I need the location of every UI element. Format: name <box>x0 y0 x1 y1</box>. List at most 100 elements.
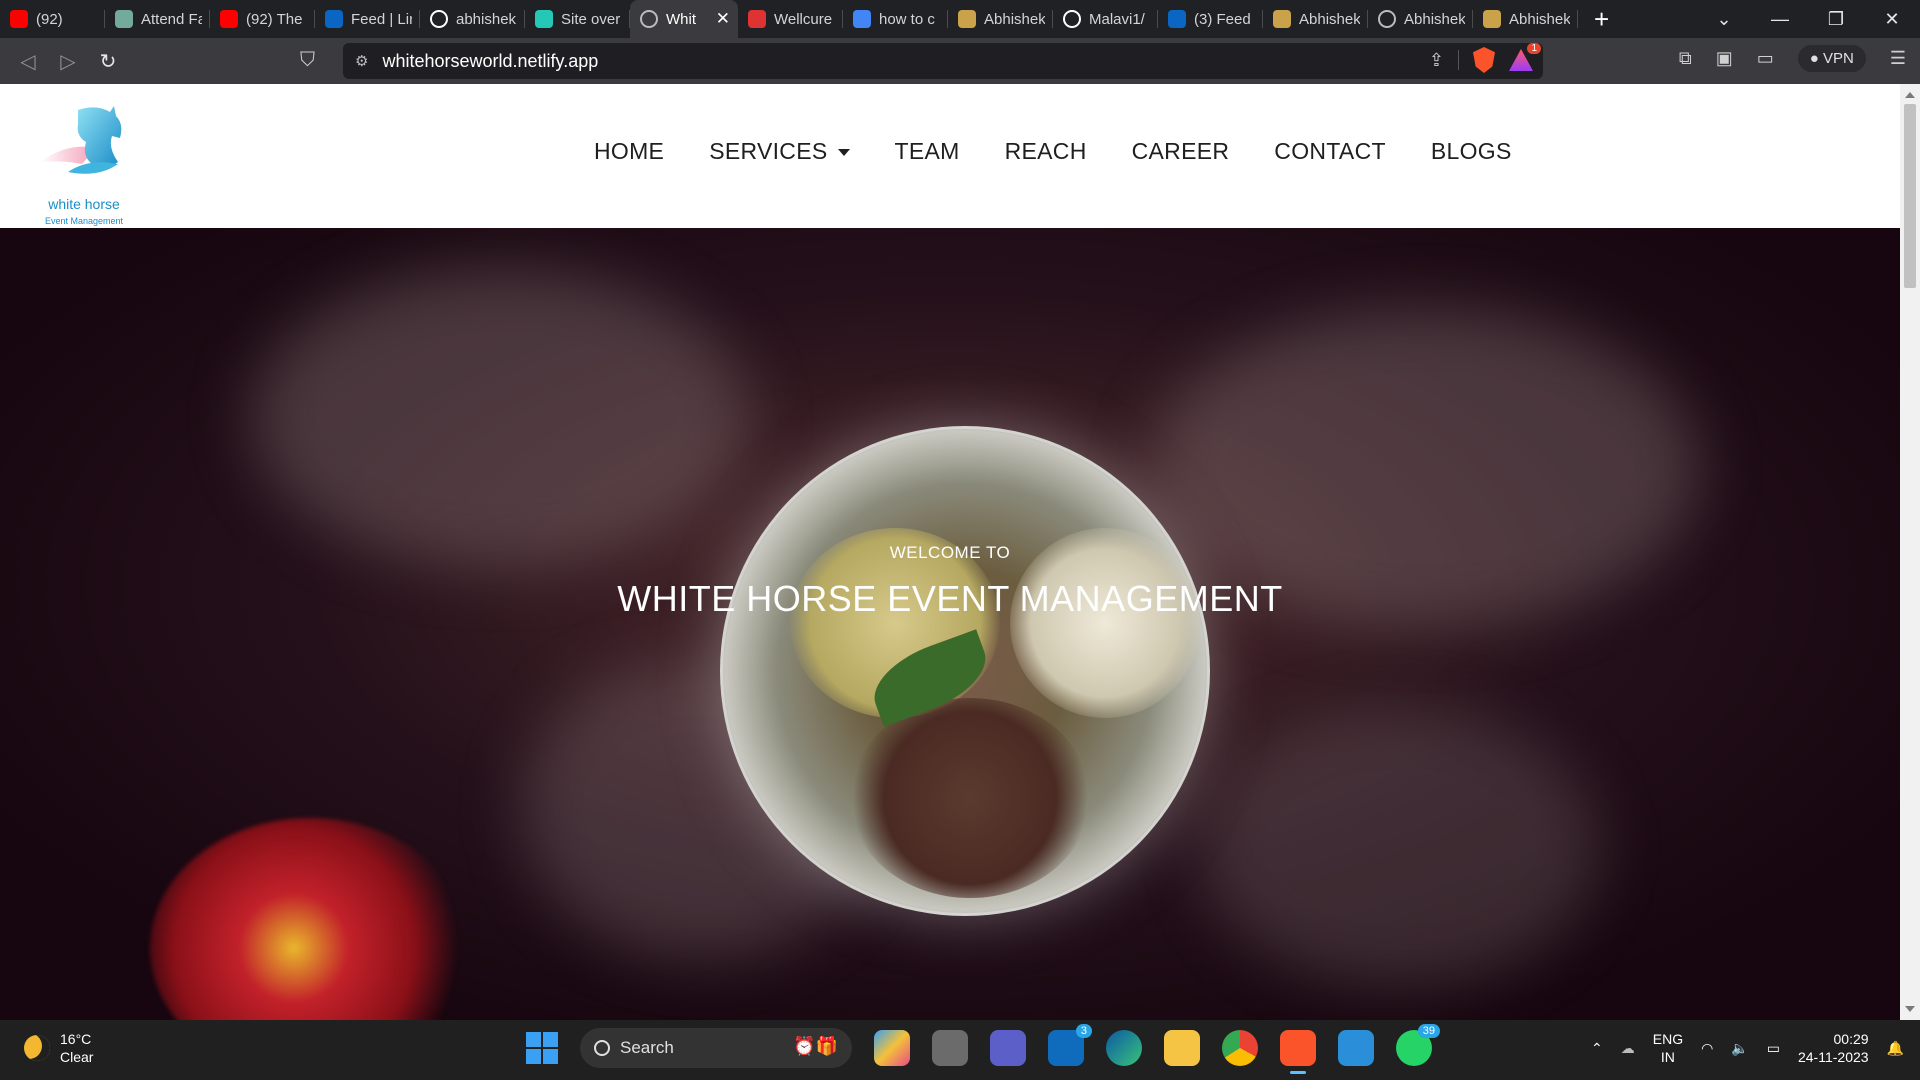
vpn-button[interactable]: ● VPN <box>1797 45 1866 72</box>
nav-blogs[interactable]: BLOGS <box>1431 138 1512 165</box>
mail-icon[interactable]: 3 <box>1048 1024 1092 1066</box>
nav-services[interactable]: SERVICES <box>709 138 850 165</box>
browser-tab[interactable]: Abhishek <box>1368 0 1473 38</box>
browser-tab[interactable]: how to c <box>843 0 948 38</box>
chatgpt-icon <box>115 10 133 28</box>
nav-home[interactable]: HOME <box>594 138 664 165</box>
nav-career[interactable]: CAREER <box>1132 138 1230 165</box>
close-window-button[interactable]: ✕ <box>1864 9 1920 30</box>
file-explorer-icon[interactable] <box>1164 1030 1200 1066</box>
restore-button[interactable]: ❐ <box>1808 9 1864 30</box>
browser-tab[interactable]: Site over <box>525 0 630 38</box>
logo-text: white horse <box>48 196 120 212</box>
tab-title: Abhishek <box>984 10 1045 28</box>
dropdown-caret-icon <box>837 149 850 157</box>
bookmark-icon[interactable]: ⛉ <box>300 49 315 72</box>
linkedin-icon <box>1168 10 1186 28</box>
url-text[interactable]: whitehorseworld.netlify.app <box>382 51 598 72</box>
whatsapp-icon[interactable]: 39 <box>1396 1024 1440 1066</box>
onedrive-icon[interactable]: ☁ <box>1621 1040 1635 1057</box>
nav-team[interactable]: TEAM <box>895 138 960 165</box>
profile-icon <box>1273 10 1291 28</box>
clock[interactable]: 00:29 24-11-2023 <box>1798 1030 1869 1066</box>
site-settings-icon[interactable]: ⚙ <box>355 52 368 70</box>
browser-tab[interactable]: Feed | Lin <box>315 0 420 38</box>
teams-icon[interactable] <box>990 1030 1026 1066</box>
share-icon[interactable]: ⇪ <box>1429 50 1444 71</box>
browser-tab[interactable]: Abhishek <box>948 0 1053 38</box>
wellcure-icon <box>748 10 766 28</box>
tab-title: Wellcure <box>774 10 833 28</box>
brave-icon[interactable] <box>1280 1030 1316 1074</box>
tab-title: Feed | Lin <box>351 10 412 28</box>
vscode-icon[interactable] <box>1338 1030 1374 1066</box>
nav-label: SERVICES <box>709 138 828 164</box>
show-hidden-icons-chevron[interactable]: ⌃ <box>1591 1040 1603 1057</box>
sidebar-icon[interactable]: ▣ <box>1716 48 1733 69</box>
tab-title: abhishek <box>456 10 517 28</box>
wallet-icon[interactable]: ▭ <box>1757 48 1774 69</box>
new-tab-button[interactable]: + <box>1594 0 1609 38</box>
lang-bottom: IN <box>1660 1049 1675 1065</box>
horse-logo-icon <box>40 106 122 174</box>
site-header: white horse Event Management HOME SERVICE… <box>0 84 1900 228</box>
task-view-icon[interactable] <box>932 1030 968 1066</box>
browser-tab[interactable]: Wellcure <box>738 0 843 38</box>
extensions-icon[interactable]: ⧉ <box>1679 48 1692 69</box>
browser-tab[interactable]: Attend Fa <box>105 0 210 38</box>
weather-widget[interactable]: 16°C Clear <box>24 1030 93 1066</box>
search-label: Search <box>620 1038 674 1057</box>
edge-icon[interactable] <box>1106 1030 1142 1066</box>
browser-tab[interactable]: (92) The <box>210 0 315 38</box>
brave-rewards-button[interactable]: 1 <box>1509 43 1541 71</box>
tab-title: Site over <box>561 10 621 28</box>
chrome-icon[interactable] <box>1222 1030 1258 1066</box>
copilot-icon[interactable] <box>874 1030 910 1066</box>
volume-icon[interactable]: 🔈 <box>1731 1040 1748 1057</box>
scroll-thumb[interactable] <box>1904 104 1916 288</box>
tab-list: (92) Attend Fa (92) The Feed | Lin abhishek S… <box>0 0 1578 38</box>
reload-button[interactable]: ↻ <box>88 49 128 74</box>
scroll-up-arrow[interactable] <box>1905 92 1915 98</box>
address-bar[interactable]: ⚙ whitehorseworld.netlify.app ⇪ 1 <box>343 43 1543 79</box>
close-tab-icon[interactable]: ✕ <box>716 9 730 29</box>
window-controls: ⌄ — ❐ ✕ <box>1696 0 1920 38</box>
browser-tab[interactable]: Malavi1/ <box>1053 0 1158 38</box>
taskbar-search[interactable]: Search ⏰🎁 <box>580 1028 852 1068</box>
wifi-icon[interactable]: ◠ <box>1701 1040 1713 1057</box>
main-nav: HOME SERVICES TEAM REACH CAREER CONTACT BLOGS <box>594 138 1512 165</box>
hero-section: WELCOME TO WHITE HORSE EVENT MANAGEMENT <box>0 228 1900 1020</box>
browser-tab[interactable]: (92) <box>0 0 105 38</box>
menu-icon[interactable]: ☰ <box>1890 48 1906 69</box>
search-highlight-icon: ⏰🎁 <box>793 1036 838 1056</box>
notifications-bell-icon[interactable]: 🔔 <box>1887 1040 1904 1057</box>
tab-title: (3) Feed <box>1194 10 1251 28</box>
scroll-down-arrow[interactable] <box>1905 1006 1915 1012</box>
brave-shields-icon[interactable] <box>1473 47 1495 73</box>
browser-tab[interactable]: (3) Feed <box>1158 0 1263 38</box>
browser-tab[interactable]: Whit ✕ <box>630 0 738 38</box>
language-indicator[interactable]: ENG IN <box>1653 1030 1683 1066</box>
forward-button[interactable]: ▷ <box>48 49 88 74</box>
profile-icon <box>1483 10 1501 28</box>
back-button[interactable]: ◁ <box>8 49 48 74</box>
weather-desc: Clear <box>60 1049 94 1065</box>
browser-tab-strip: (92) Attend Fa (92) The Feed | Lin abhishek S… <box>0 0 1920 38</box>
browser-tab[interactable]: abhishek <box>420 0 525 38</box>
battery-icon[interactable]: ▭ <box>1767 1040 1780 1057</box>
windows-taskbar: 16°C Clear Search ⏰🎁 3 39 ⌃ ☁ ENG IN ◠ 🔈 … <box>0 1020 1920 1080</box>
minimize-button[interactable]: — <box>1752 9 1808 30</box>
nav-contact[interactable]: CONTACT <box>1274 138 1386 165</box>
browser-tab[interactable]: Abhishek <box>1473 0 1578 38</box>
nav-reach[interactable]: REACH <box>1005 138 1087 165</box>
start-button[interactable] <box>526 1032 558 1064</box>
browser-tab[interactable]: Abhishek <box>1263 0 1368 38</box>
tab-search-chevron-icon[interactable]: ⌄ <box>1696 9 1752 30</box>
globe-icon <box>640 10 658 28</box>
hero-title: WHITE HORSE EVENT MANAGEMENT <box>617 578 1283 619</box>
site-logo[interactable]: white horse Event Management <box>38 102 130 226</box>
tab-title: Abhishek <box>1299 10 1360 28</box>
page-scrollbar[interactable] <box>1900 84 1920 1020</box>
nav-label: CONTACT <box>1274 138 1386 164</box>
youtube-icon <box>10 10 28 28</box>
